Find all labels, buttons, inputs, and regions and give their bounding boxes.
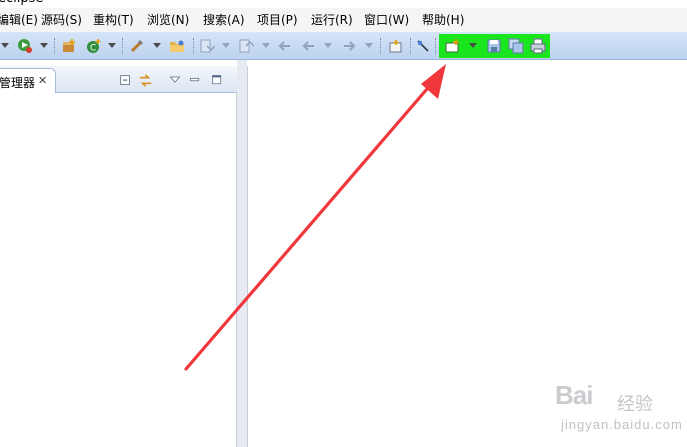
window-title: eclipse — [0, 0, 43, 6]
menu-window[interactable]: 窗口(W) — [364, 9, 409, 31]
watermark-url: jingyan.baidu.com — [561, 417, 683, 432]
new-class-dropdown-arrow[interactable] — [108, 43, 116, 48]
watermark-cn: 经验 — [617, 394, 653, 415]
pin-icon[interactable] — [414, 37, 432, 55]
menu-refactor[interactable]: 重构(T) — [93, 9, 134, 31]
main-toolbar: C — [0, 32, 687, 60]
next-annotation-dropdown-arrow[interactable] — [222, 43, 230, 48]
menu-navigate[interactable]: 浏览(N) — [147, 9, 189, 31]
toolbar-separator — [435, 38, 436, 54]
menu-help[interactable]: 帮助(H) — [422, 9, 464, 31]
new-package-icon[interactable] — [60, 37, 78, 55]
save-all-icon[interactable] — [507, 37, 525, 55]
toolbar-separator — [54, 38, 55, 54]
collapse-all-icon[interactable] — [117, 72, 133, 88]
highlighted-toolbar-group — [439, 34, 550, 58]
link-with-editor-icon[interactable] — [137, 72, 153, 88]
run-dropdown-arrow[interactable] — [40, 43, 48, 48]
prev-annotation-icon[interactable] — [237, 37, 255, 55]
new-file-dropdown-arrow[interactable] — [469, 43, 477, 48]
forward-dropdown-arrow[interactable] — [365, 43, 373, 48]
toolbar-separator — [380, 38, 381, 54]
menu-project[interactable]: 项目(P) — [257, 9, 298, 31]
baidu-watermark: Bai 经验 jingyan.baidu.com — [555, 380, 685, 440]
view-menu-icon[interactable] — [167, 72, 183, 88]
svg-text:C: C — [90, 44, 96, 54]
print-icon[interactable] — [529, 37, 547, 55]
open-task-icon[interactable] — [128, 37, 146, 55]
back-icon[interactable] — [276, 37, 294, 55]
new-file-icon[interactable] — [444, 37, 462, 55]
package-explorer-pane: 管理器 ✕ — [0, 66, 237, 447]
explorer-tab-label: 管理器 — [0, 76, 36, 90]
menu-bar: 编辑(E) 源码(S) 重构(T) 浏览(N) 搜索(A) 项目(P) 运行(R… — [0, 8, 687, 32]
pane-sash[interactable] — [237, 60, 247, 447]
save-icon[interactable] — [485, 37, 503, 55]
explorer-tab[interactable]: 管理器 ✕ — [0, 68, 56, 93]
close-icon[interactable]: ✕ — [38, 74, 47, 87]
toolbar-separator — [410, 38, 411, 54]
menu-source[interactable]: 源码(S) — [41, 9, 82, 31]
maximize-icon[interactable] — [209, 72, 225, 88]
task-dropdown-arrow[interactable] — [153, 43, 161, 48]
menu-run[interactable]: 运行(R) — [311, 9, 353, 31]
title-bar: eclipse — [0, 0, 687, 8]
back-dropdown-arrow[interactable] — [324, 43, 332, 48]
open-perspective-icon[interactable] — [387, 37, 405, 55]
watermark-logo: Bai — [555, 380, 593, 410]
menu-edit[interactable]: 编辑(E) — [0, 9, 38, 31]
next-annotation-icon[interactable] — [198, 37, 216, 55]
forward-icon[interactable] — [340, 37, 358, 55]
toolbar-separator — [193, 38, 194, 54]
back-history-icon[interactable] — [300, 37, 318, 55]
prev-annotation-dropdown-arrow[interactable] — [262, 43, 270, 48]
debug-dropdown-arrow[interactable] — [1, 43, 9, 48]
toolbar-separator — [122, 38, 123, 54]
open-folder-icon[interactable] — [168, 37, 186, 55]
run-icon[interactable] — [16, 37, 34, 55]
minimize-icon[interactable] — [187, 72, 203, 88]
new-class-icon[interactable]: C — [85, 37, 103, 55]
pane-header: 管理器 ✕ — [0, 66, 237, 93]
menu-search[interactable]: 搜索(A) — [203, 9, 245, 31]
